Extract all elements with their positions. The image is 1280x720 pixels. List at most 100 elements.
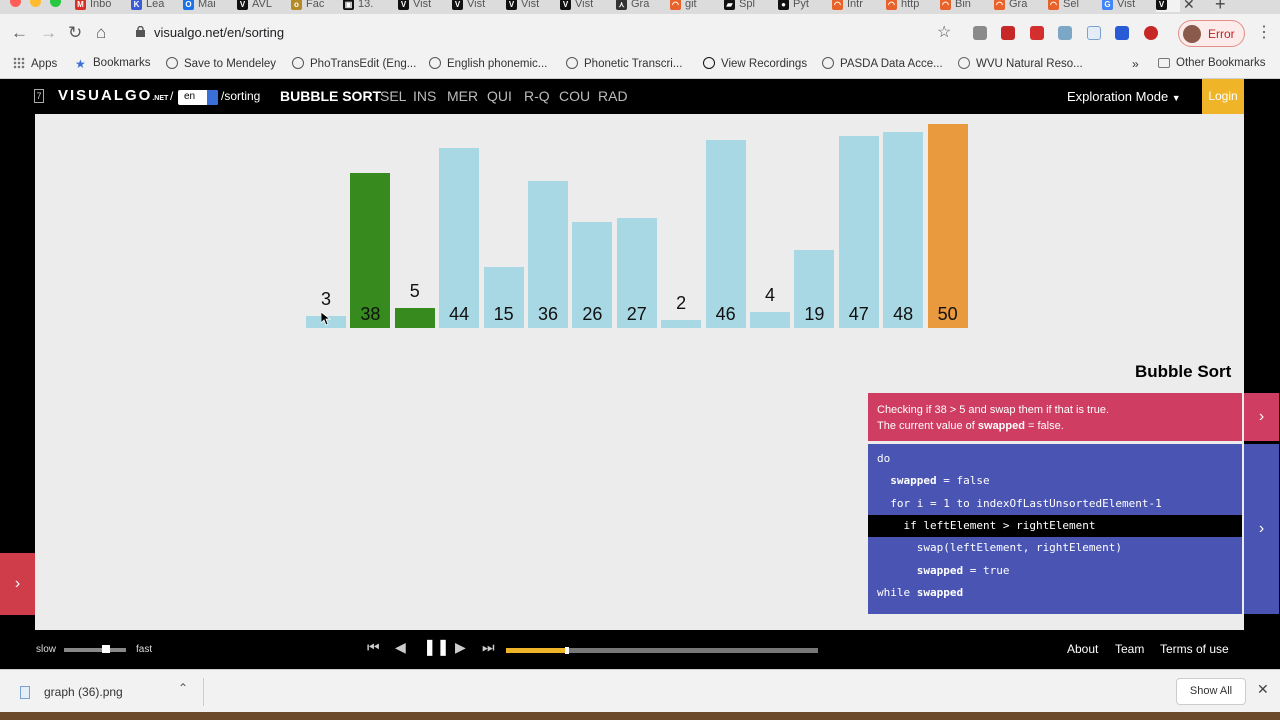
algo-tab-cou[interactable]: COU bbox=[559, 88, 590, 104]
step-backward-icon[interactable]: ◀ bbox=[395, 639, 406, 656]
browser-tab[interactable]: V Vist bbox=[560, 0, 606, 12]
more-bookmarks-icon[interactable]: » bbox=[1132, 57, 1139, 71]
browser-tab[interactable]: V bbox=[1156, 0, 1180, 12]
language-select[interactable]: en bbox=[178, 90, 218, 105]
browser-tab[interactable]: V Vist bbox=[452, 0, 498, 12]
algo-tab-rad[interactable]: RAD bbox=[598, 88, 628, 104]
status-toggle-button[interactable]: › bbox=[1244, 393, 1279, 441]
browser-tab[interactable]: V AVL bbox=[237, 0, 283, 12]
browser-tab[interactable]: ⋏ Gra bbox=[616, 0, 662, 12]
tab-label: Lea bbox=[146, 0, 165, 10]
minimize-window-icon[interactable] bbox=[30, 0, 41, 7]
algo-tab-qui[interactable]: QUI bbox=[487, 88, 512, 104]
close-tab-icon[interactable]: ✕ bbox=[1183, 0, 1195, 13]
extension-icon[interactable] bbox=[1001, 26, 1015, 40]
reload-icon[interactable]: ↻ bbox=[68, 23, 82, 43]
acrobat-extension-icon[interactable] bbox=[1030, 26, 1044, 40]
algo-tab-ins[interactable]: INS bbox=[413, 88, 436, 104]
site-logo[interactable]: VISUALGO.NET bbox=[58, 87, 168, 104]
mode-label: Exploration Mode bbox=[1067, 89, 1169, 104]
browser-tab[interactable]: V Vist bbox=[398, 0, 444, 12]
url-text: visualgo.net/en/sorting bbox=[154, 25, 285, 40]
tab-favicon-icon: V bbox=[506, 0, 517, 10]
tab-favicon-icon: ◠ bbox=[1048, 0, 1059, 10]
show-all-button[interactable]: Show All bbox=[1176, 678, 1246, 705]
progress-bar[interactable] bbox=[506, 647, 818, 654]
tab-favicon-icon: V bbox=[452, 0, 463, 10]
tab-label: Spl bbox=[739, 0, 755, 10]
home-icon[interactable]: ⌂ bbox=[96, 23, 106, 43]
visualization-canvas: 3 38 5 44 15 36 26 27 2 46 4 19 47 48 50 Bubble Sort C… bbox=[35, 114, 1279, 630]
address-bar[interactable]: visualgo.net/en/sorting ☆ bbox=[126, 19, 964, 47]
chevron-up-icon[interactable]: ⌃ bbox=[178, 681, 188, 695]
browser-tab[interactable]: ◠ Sel bbox=[1048, 0, 1094, 12]
algo-tab-mer[interactable]: MER bbox=[447, 88, 478, 104]
browser-tab[interactable]: ▰ Spl bbox=[724, 0, 770, 12]
browser-tab[interactable]: G Vist bbox=[1102, 0, 1148, 12]
new-tab-icon[interactable]: + bbox=[1215, 0, 1226, 14]
bar-value-label: 5 bbox=[409, 280, 420, 301]
browser-tab[interactable]: ◠ Bin bbox=[940, 0, 986, 12]
browser-tab[interactable]: ● Pyt bbox=[778, 0, 824, 12]
bookmark-item[interactable]: ★ Bookmarks bbox=[75, 57, 151, 70]
tab-label: Vist bbox=[521, 0, 540, 10]
adblock-extension-icon[interactable] bbox=[1144, 26, 1158, 40]
progress-handle[interactable] bbox=[564, 647, 569, 654]
status-text: = false. bbox=[1024, 420, 1064, 432]
folder-icon bbox=[1158, 58, 1170, 68]
bookmark-item[interactable]: Apps bbox=[13, 57, 57, 70]
other-bookmarks[interactable]: Other Bookmarks bbox=[1158, 57, 1265, 69]
about-link[interactable]: About bbox=[1067, 642, 1098, 656]
step-forward-icon[interactable]: ▶ bbox=[455, 639, 466, 656]
extension-icon[interactable] bbox=[973, 26, 987, 40]
actions-toggle-button[interactable]: › bbox=[0, 553, 35, 615]
profile-error-button[interactable]: Error bbox=[1178, 20, 1245, 47]
browser-tab[interactable]: V Vist bbox=[506, 0, 552, 12]
bookmark-item[interactable]: Phonetic Transcri... bbox=[566, 57, 682, 70]
speed-slider-handle[interactable] bbox=[102, 645, 111, 653]
bookmark-item[interactable]: English phonemic... bbox=[429, 57, 547, 70]
bookmark-item[interactable]: WVU Natural Reso... bbox=[958, 57, 1083, 70]
team-link[interactable]: Team bbox=[1115, 642, 1144, 656]
speed-slider[interactable] bbox=[64, 648, 126, 652]
extension-icon[interactable] bbox=[1058, 26, 1072, 40]
document-extension-icon[interactable] bbox=[1087, 26, 1101, 40]
terms-link[interactable]: Terms of use bbox=[1160, 642, 1229, 656]
algo-tab-r-q[interactable]: R-Q bbox=[524, 88, 550, 104]
browser-tab[interactable]: M Inbo bbox=[75, 0, 121, 12]
bookmark-item[interactable]: PASDA Data Acce... bbox=[822, 57, 943, 70]
forward-icon[interactable]: → bbox=[40, 23, 57, 43]
bookmark-item[interactable]: PhoTransEdit (Eng... bbox=[292, 57, 416, 70]
browser-tab[interactable]: o Fac bbox=[291, 0, 337, 12]
algo-tab-bubble-sort[interactable]: BUBBLE SORT bbox=[280, 88, 381, 104]
bookmark-star-icon[interactable]: ☆ bbox=[937, 22, 951, 42]
close-downloads-icon[interactable]: ✕ bbox=[1257, 681, 1269, 698]
back-icon[interactable]: ← bbox=[11, 23, 28, 43]
browser-tab[interactable]: ◠ http bbox=[886, 0, 932, 12]
bookmark-label: WVU Natural Reso... bbox=[976, 58, 1083, 70]
download-item[interactable]: graph (36).png bbox=[44, 685, 123, 699]
zoom-window-icon[interactable] bbox=[50, 0, 61, 7]
login-button[interactable]: Login bbox=[1202, 79, 1244, 114]
close-window-icon[interactable] bbox=[10, 0, 21, 7]
downloads-bar: graph (36).png ⌃ Show All ✕ bbox=[0, 669, 1280, 712]
go-to-start-icon[interactable]: ⏮ bbox=[367, 639, 380, 656]
browser-tab[interactable]: ◠ Intr bbox=[832, 0, 878, 12]
browser-menu-icon[interactable]: ⋮ bbox=[1256, 22, 1272, 42]
go-to-end-icon[interactable]: ⏭ bbox=[482, 639, 495, 656]
pause-icon[interactable]: ❚❚ bbox=[423, 637, 450, 657]
browser-tab[interactable]: O Mai bbox=[183, 0, 229, 12]
browser-tab[interactable]: ◠ Gra bbox=[994, 0, 1040, 12]
code-toggle-button[interactable]: › bbox=[1244, 444, 1279, 614]
algo-tab-sel[interactable]: SEL bbox=[380, 88, 406, 104]
path-label: /sorting bbox=[221, 89, 261, 103]
bookmark-item[interactable]: View Recordings bbox=[703, 57, 807, 70]
browser-tab[interactable]: K Lea bbox=[131, 0, 177, 12]
scholar-extension-icon[interactable] bbox=[1115, 26, 1129, 40]
tab-favicon-icon: ◠ bbox=[994, 0, 1005, 10]
badge-icon: 7 bbox=[34, 89, 44, 103]
bookmark-item[interactable]: Save to Mendeley bbox=[166, 57, 276, 70]
exploration-mode-dropdown[interactable]: Exploration Mode ▼ bbox=[1067, 89, 1181, 104]
browser-tab[interactable]: ◠ git bbox=[670, 0, 716, 12]
browser-tab[interactable]: ▣ 13. bbox=[343, 0, 389, 12]
